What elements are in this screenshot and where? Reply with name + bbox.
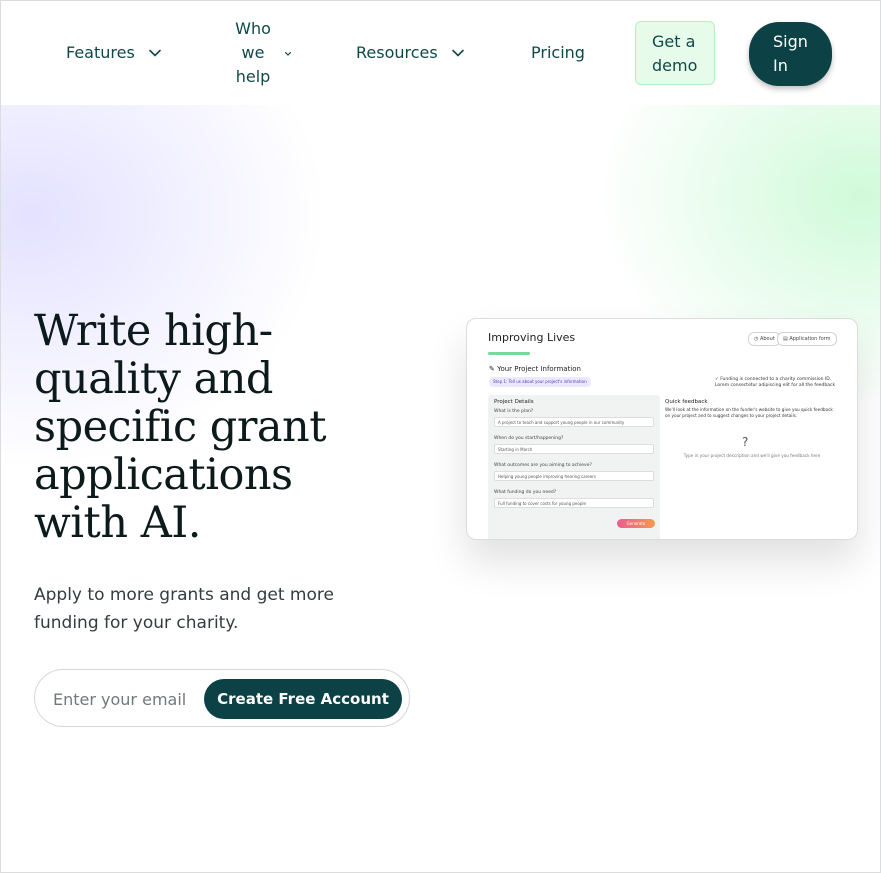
get-demo-button[interactable]: Get a demo — [635, 21, 715, 85]
preview-section-label: Your Project Information — [497, 365, 581, 373]
preview-generate-button: Generate — [617, 519, 655, 528]
preview-about-label: About — [759, 336, 775, 342]
preview-left-heading: Project Details — [494, 399, 534, 405]
preview-right-heading: Quick feedback — [665, 399, 708, 405]
preview-title: Improving Lives — [488, 331, 576, 344]
subheadline-line: funding for your charity. — [34, 613, 239, 633]
chevron-down-icon — [148, 49, 161, 57]
sign-in-button[interactable]: Sign In — [749, 22, 832, 86]
nav-who-line-1: Who — [235, 19, 271, 38]
email-field[interactable] — [51, 684, 205, 714]
app-preview-screenshot: Improving Lives ◷ About ▤ Application fo… — [466, 318, 858, 540]
page: Features Who we help Resources Pricing G… — [0, 0, 881, 873]
preview-feedback-panel: Quick feedback We'll look at the informa… — [662, 395, 837, 539]
preview-answer-field: A project to teach and support young peo… — [494, 417, 654, 427]
nav-pricing[interactable]: Pricing — [531, 43, 585, 62]
get-demo-line-2: demo — [652, 56, 698, 75]
preview-question: What is the plan? — [494, 409, 534, 414]
preview-question: What funding do you need? — [494, 490, 557, 495]
preview-answer-field: Starting in March — [494, 444, 654, 454]
preview-feedback-text: We'll look at the information on the fun… — [665, 407, 833, 418]
nav-who-line-2: we — [241, 43, 265, 62]
preview-feedback-hint: Type in your project description and we'… — [683, 453, 821, 458]
pencil-icon: ✎ — [489, 365, 495, 373]
preview-form-chip: ▤ Application form — [777, 332, 837, 346]
preview-question: When do you start/happening? — [494, 436, 564, 441]
chevron-down-icon — [451, 49, 464, 57]
preview-answer-field: Full funding to cover costs for young pe… — [494, 498, 654, 508]
top-navigation: Features Who we help Resources Pricing G… — [1, 1, 880, 105]
question-mark-icon: ? — [742, 435, 749, 449]
signup-form: Create Free Account — [34, 669, 410, 727]
preview-form-label: Application form — [789, 336, 831, 342]
headline-line: with AI. — [34, 498, 201, 548]
nav-who-line-3: help — [235, 67, 271, 86]
preview-question: What outcomes are you aiming to achieve? — [494, 463, 592, 468]
headline-line: Write high- — [34, 306, 273, 356]
headline-line: specific grant — [34, 402, 326, 452]
hero-headline: Write high- quality and specific grant a… — [34, 307, 434, 547]
nav-resources-label: Resources — [356, 43, 438, 62]
nav-resources[interactable]: Resources — [356, 43, 466, 62]
nav-who-we-help[interactable]: Who we help — [231, 17, 275, 89]
nav-pricing-label: Pricing — [531, 43, 585, 62]
preview-project-details-panel: Project Details What is the plan? A proj… — [488, 395, 660, 539]
preview-tab-underline — [488, 352, 530, 355]
get-demo-line-1: Get a — [652, 32, 696, 51]
nav-features[interactable]: Features — [66, 43, 163, 62]
preview-step-tag: Step 1: Tell us about your project's inf… — [489, 377, 591, 387]
preview-section-title: ✎ Your Project Information — [489, 365, 581, 373]
sign-in-line-1: Sign — [773, 32, 808, 51]
headline-line: applications — [34, 450, 293, 500]
hero-subheadline: Apply to more grants and get more fundin… — [34, 581, 374, 637]
check-icon: ✓ — [715, 377, 719, 382]
headline-line: quality and — [34, 354, 273, 404]
sign-in-line-2: In — [773, 56, 788, 75]
create-account-button[interactable]: Create Free Account — [204, 679, 402, 719]
preview-check-text: Funding is connected to a charity commis… — [715, 377, 836, 388]
subheadline-line: Apply to more grants and get more — [34, 585, 334, 605]
preview-about-chip: ◷ About — [748, 332, 781, 346]
preview-check-note: ✓ Funding is connected to a charity comm… — [715, 377, 841, 389]
nav-features-label: Features — [66, 43, 135, 62]
preview-answer-field: Helping young people improving hearing c… — [494, 471, 654, 481]
chevron-down-icon[interactable] — [283, 49, 293, 59]
